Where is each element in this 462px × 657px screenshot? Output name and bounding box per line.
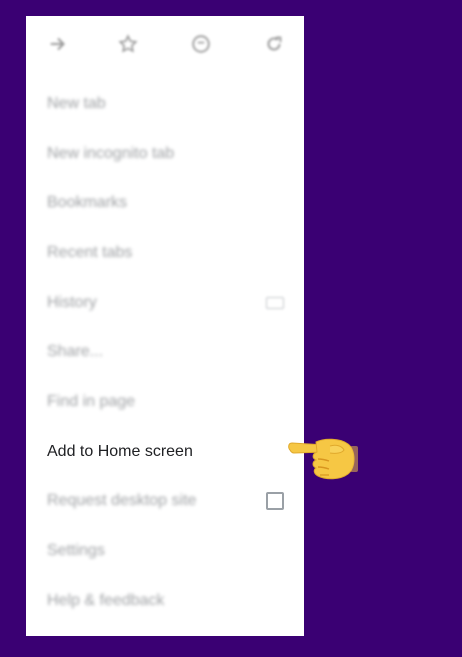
menu-item-label: History [47,293,97,311]
pointing-hand-icon [286,430,358,482]
menu-item-help-feedback[interactable]: Help & feedback [26,576,304,626]
info-icon[interactable] [189,32,213,56]
browser-overflow-menu: New tab New incognito tab Bookmarks Rece… [26,16,304,636]
menu-item-share[interactable]: Share... [26,327,304,377]
menu-item-settings[interactable]: Settings [26,526,304,576]
menu-toolbar [26,16,304,72]
forward-icon[interactable] [46,32,70,56]
menu-item-history[interactable]: History [26,278,304,328]
menu-item-find-in-page[interactable]: Find in page [26,377,304,427]
menu-item-label: Bookmarks [47,194,128,212]
menu-item-label: Add to Home screen [47,442,193,460]
menu-item-label: Help & feedback [47,591,165,609]
menu-item-label: Find in page [47,392,136,410]
menu-item-label: Share... [47,343,104,361]
menu-item-label: Request desktop site [47,492,197,510]
desktop-site-checkbox[interactable] [266,492,284,511]
menu-item-recent-tabs[interactable]: Recent tabs [26,228,304,278]
refresh-icon[interactable] [262,32,286,56]
menu-item-add-to-home-screen[interactable]: Add to Home screen [26,427,304,477]
menu-item-bookmarks[interactable]: Bookmarks [26,178,304,228]
menu-item-new-tab[interactable]: New tab [26,79,304,129]
menu-item-label: Recent tabs [47,243,133,261]
menu-item-new-incognito-tab[interactable]: New incognito tab [26,129,304,179]
history-badge-icon [266,296,284,309]
menu-item-label: Settings [47,542,105,560]
menu-item-label: New incognito tab [47,144,175,162]
menu-item-request-desktop-site[interactable]: Request desktop site [26,477,304,527]
menu-items: New tab New incognito tab Bookmarks Rece… [26,79,304,626]
star-icon[interactable] [116,32,140,56]
menu-item-label: New tab [47,94,106,112]
